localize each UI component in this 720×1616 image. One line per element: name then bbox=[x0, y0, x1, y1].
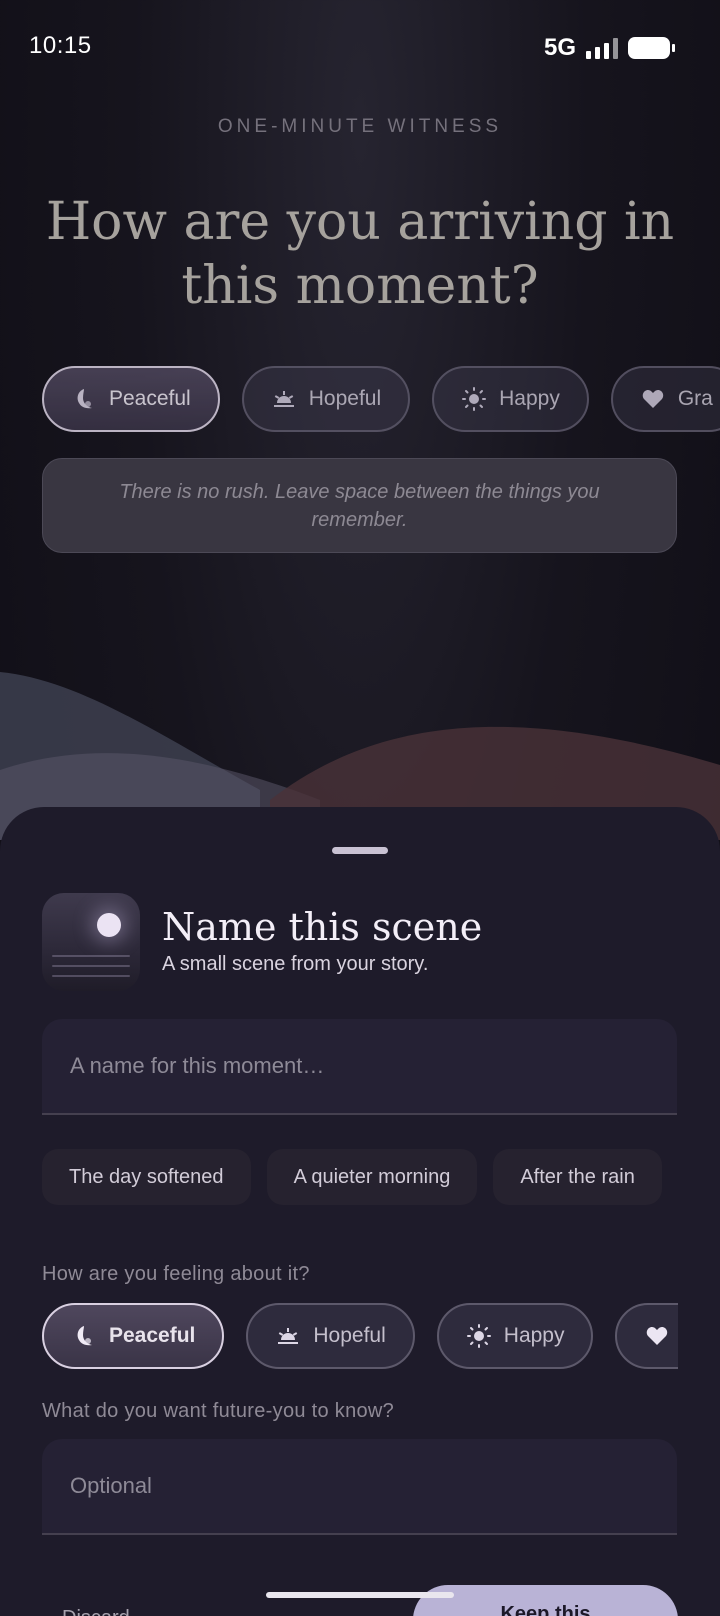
keep-button-label: Keep this bbox=[500, 1603, 591, 1616]
feeling-label: How are you feeling about it? bbox=[42, 1263, 310, 1285]
sun-icon bbox=[461, 386, 487, 412]
discard-button[interactable]: Discard bbox=[62, 1607, 130, 1616]
sheet-title: Name this scene bbox=[162, 905, 483, 949]
mood-chip-peaceful[interactable]: Peaceful bbox=[42, 1303, 225, 1369]
sunrise-icon bbox=[271, 386, 297, 412]
keep-button[interactable]: Keep this bbox=[413, 1585, 678, 1616]
mood-chip-happy-top[interactable]: Happy bbox=[432, 366, 589, 432]
mood-chip-row: Peaceful Hopeful Happy bbox=[42, 1303, 678, 1369]
battery-icon bbox=[628, 37, 675, 59]
suggestion-chip[interactable]: The day softened bbox=[42, 1149, 251, 1205]
mood-chip-hopeful-top[interactable]: Hopeful bbox=[241, 366, 411, 432]
suggestion-chip[interactable]: A quieter morning bbox=[266, 1149, 478, 1205]
mood-chip-label: Peaceful bbox=[109, 387, 191, 410]
mood-chip-label: Hopeful bbox=[308, 387, 382, 410]
mood-chip-peaceful-top[interactable]: Peaceful bbox=[42, 366, 220, 432]
mood-chip-label: Happy bbox=[503, 1324, 565, 1347]
mood-chip-grateful[interactable] bbox=[615, 1303, 678, 1369]
signal-icon bbox=[586, 37, 618, 59]
mood-chip-label: Gra bbox=[677, 387, 713, 410]
future-note-input[interactable]: Optional bbox=[42, 1439, 677, 1535]
mood-chip-label: Happy bbox=[499, 387, 560, 410]
name-scene-sheet: Name this scene A small scene from your … bbox=[0, 807, 720, 1616]
status-bar: 10:15 5G bbox=[0, 0, 720, 92]
home-indicator[interactable] bbox=[266, 1592, 454, 1598]
moon-image bbox=[97, 913, 121, 937]
name-suggestions: The day softened A quieter morning After… bbox=[42, 1149, 662, 1205]
eyebrow-label: ONE-MINUTE WITNESS bbox=[217, 116, 503, 137]
mood-chip-row-top: Peaceful Hopeful Happy Gra bbox=[42, 366, 720, 432]
mood-chip-grateful-top[interactable]: Gra bbox=[610, 366, 720, 432]
suggestion-chip[interactable]: After the rain bbox=[493, 1149, 662, 1205]
mood-chip-happy[interactable]: Happy bbox=[436, 1303, 594, 1369]
sheet-subtitle: A small scene from your story. bbox=[162, 953, 429, 975]
moon-icon bbox=[71, 386, 97, 412]
status-time: 10:15 bbox=[29, 32, 92, 59]
page-title: How are you arriving in this moment? bbox=[45, 192, 675, 316]
mood-chip-label: Hopeful bbox=[313, 1324, 386, 1347]
scene-thumbnail bbox=[42, 893, 140, 991]
status-indicators: 5G bbox=[543, 34, 675, 62]
moon-icon bbox=[71, 1323, 97, 1349]
mood-chip-label: Peaceful bbox=[109, 1324, 196, 1347]
network-type: 5G bbox=[543, 34, 576, 61]
mood-chip-hopeful[interactable]: Hopeful bbox=[246, 1303, 415, 1369]
sun-icon bbox=[466, 1323, 492, 1349]
sunrise-icon bbox=[275, 1323, 301, 1349]
heart-icon bbox=[644, 1323, 670, 1349]
future-note-label: What do you want future-you to know? bbox=[42, 1400, 395, 1422]
scene-name-input[interactable]: A name for this moment… bbox=[42, 1019, 677, 1115]
drag-handle[interactable] bbox=[332, 847, 388, 854]
heart-icon bbox=[640, 386, 666, 412]
reflection-quote: There is no rush. Leave space between th… bbox=[42, 458, 677, 553]
